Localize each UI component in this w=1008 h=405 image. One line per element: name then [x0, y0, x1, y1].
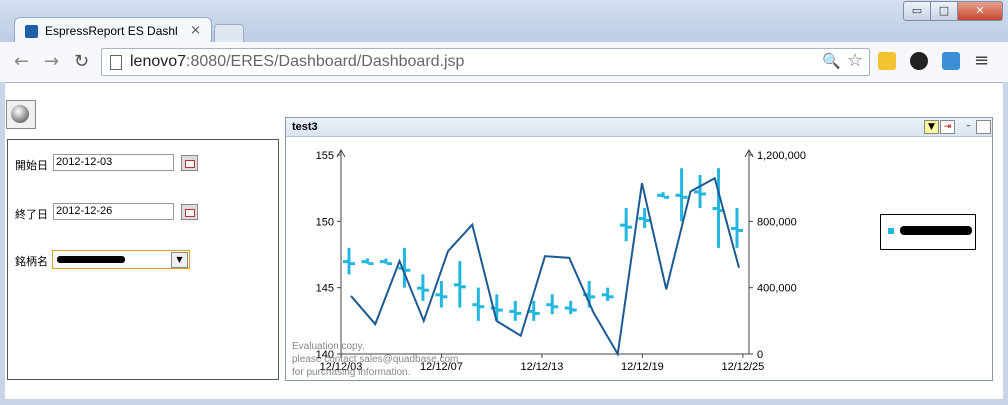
price-close-tick	[460, 285, 466, 289]
price-open-tick	[379, 260, 385, 264]
start-date-calendar-icon[interactable]	[181, 155, 198, 171]
price-open-tick	[472, 303, 478, 307]
y-right-tick-label: 1,200,000	[757, 150, 806, 162]
price-open-tick	[712, 207, 718, 211]
window-close-button[interactable]: ✕	[957, 1, 1003, 21]
extension-icon-1[interactable]	[878, 52, 896, 70]
price-close-tick	[479, 305, 485, 309]
bookmark-star-icon[interactable]: ☆	[847, 50, 863, 71]
y-left-tick-label: 145	[316, 283, 334, 295]
price-open-tick	[509, 309, 515, 313]
price-open-tick	[694, 190, 700, 194]
price-close-tick	[497, 308, 503, 312]
issue-name-select[interactable]: ▼	[52, 250, 190, 269]
chart-panel-title: test3	[292, 121, 318, 133]
url-path: :8080/ERES/Dashboard/Dashboard.jsp	[186, 53, 465, 70]
parameter-panel: 開始日 2012-12-03 終了日 2012-12-26 銘柄名 ▼	[7, 139, 279, 380]
espressreport-favicon-icon	[25, 25, 38, 38]
browser-toolbar: ← → ↻ lenovo7:8080/ERES/Dashboard/Dashbo…	[0, 42, 1008, 83]
price-close-tick	[608, 295, 614, 299]
price-close-tick	[442, 295, 448, 299]
price-open-tick	[343, 260, 348, 264]
start-date-label: 開始日	[15, 160, 48, 172]
window-minimize-button[interactable]: ▭	[903, 1, 931, 21]
price-open-tick	[361, 260, 367, 264]
url-text[interactable]: lenovo7:8080/ERES/Dashboard/Dashboard.js…	[130, 53, 464, 71]
window-frame-bottom	[0, 399, 1008, 405]
price-close-tick	[664, 195, 670, 199]
price-close-tick	[682, 195, 688, 199]
price-close-tick	[368, 262, 374, 266]
page-icon	[110, 55, 122, 70]
browser-tab[interactable]: EspressReport ES Dashl ×	[14, 17, 212, 44]
y-right-tick-label: 800,000	[757, 216, 797, 228]
url-host: lenovo7	[130, 53, 187, 70]
price-close-tick	[405, 268, 411, 272]
x-tick-label: 12/12/19	[621, 361, 664, 373]
globe-icon	[11, 105, 29, 123]
toggle-panel-button[interactable]	[6, 100, 36, 129]
price-close-tick	[627, 225, 633, 229]
end-date-calendar-icon[interactable]	[181, 204, 198, 220]
y-left-tick-label: 150	[316, 216, 334, 228]
price-open-tick	[601, 293, 607, 297]
price-close-tick	[701, 192, 707, 196]
price-open-tick	[435, 293, 441, 297]
new-tab-button[interactable]	[214, 24, 244, 42]
price-close-tick	[553, 305, 559, 309]
x-tick-label: 12/12/13	[521, 361, 564, 373]
reload-icon[interactable]: ↻	[74, 51, 89, 72]
x-tick-label: 12/12/25	[721, 361, 764, 373]
price-open-tick	[657, 193, 663, 197]
window-maximize-button[interactable]: □	[930, 1, 958, 21]
price-close-tick	[516, 311, 522, 315]
filter-icon[interactable]: ▼	[924, 120, 939, 134]
price-close-tick	[423, 288, 429, 292]
price-open-tick	[416, 286, 422, 290]
price-close-tick	[590, 295, 596, 299]
chevron-down-icon[interactable]: ▼	[171, 252, 188, 268]
browser-menu-icon[interactable]: ≡	[974, 50, 989, 71]
extension-icon-2[interactable]	[910, 52, 928, 70]
window-frame-right	[1003, 82, 1008, 405]
legend-redacted-label	[900, 226, 972, 235]
y-right-tick-label: 0	[757, 349, 763, 361]
zoom-icon[interactable]: 🔍	[822, 52, 841, 70]
issue-name-label: 銘柄名	[15, 256, 48, 268]
price-close-tick	[571, 308, 577, 312]
export-icon[interactable]: ⇥	[940, 120, 955, 134]
forward-arrow-icon[interactable]: →	[44, 51, 59, 72]
price-open-tick	[546, 303, 552, 307]
price-open-tick	[620, 223, 626, 227]
chart-panel: test3 ▼ ⇥ – 140 145 150 155 0 400,000 800,000 1…	[285, 117, 993, 381]
price-open-tick	[731, 226, 736, 230]
price-close-tick	[738, 228, 743, 232]
panel-maximize-icon[interactable]	[976, 120, 991, 134]
price-open-tick	[675, 193, 681, 197]
back-arrow-icon[interactable]: ←	[14, 51, 29, 72]
y-right-tick-label: 400,000	[757, 283, 797, 295]
panel-minimize-icon[interactable]: –	[962, 120, 975, 132]
end-date-input[interactable]: 2012-12-26	[53, 203, 174, 220]
legend-swatch	[888, 228, 894, 234]
y-left-tick-label: 155	[316, 150, 334, 162]
chart-panel-header: test3 ▼ ⇥ –	[286, 118, 992, 137]
evaluation-watermark: Evaluation copy, please contact sales@qu…	[292, 341, 459, 378]
price-close-tick	[534, 311, 540, 315]
address-bar[interactable]: lenovo7:8080/ERES/Dashboard/Dashboard.js…	[101, 48, 870, 76]
tab-title: EspressReport ES Dashl	[45, 24, 178, 38]
price-open-tick	[453, 283, 459, 287]
window-titlebar: EspressReport ES Dashl × ▭ □ ✕	[0, 0, 1008, 44]
twitter-extension-icon[interactable]	[942, 52, 960, 70]
price-open-tick	[638, 217, 644, 221]
redacted-value	[57, 256, 125, 263]
price-close-tick	[350, 262, 355, 266]
start-date-input[interactable]: 2012-12-03	[53, 154, 174, 171]
chart-legend	[880, 214, 976, 250]
price-open-tick	[564, 306, 570, 310]
tab-close-icon[interactable]: ×	[190, 23, 201, 38]
price-close-tick	[386, 262, 392, 266]
window-frame-left	[0, 82, 5, 405]
end-date-label: 終了日	[15, 209, 48, 221]
